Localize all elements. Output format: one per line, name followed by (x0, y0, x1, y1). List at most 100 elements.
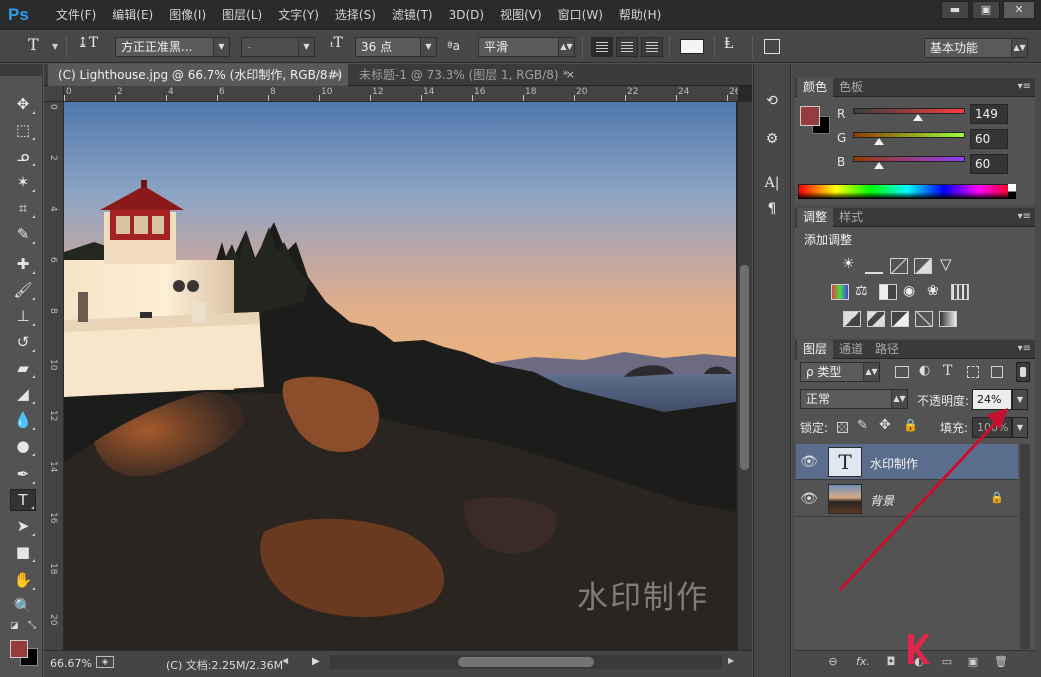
horizontal-ruler[interactable]: 02468101214161820222426 (64, 86, 738, 102)
brush-tool-icon[interactable]: 🖌 (10, 279, 36, 301)
menu-help[interactable]: 帮助(H) (611, 0, 669, 30)
swap-colors-icon[interactable]: ⤡ (28, 620, 36, 631)
tab-styles[interactable]: 样式 (833, 208, 869, 227)
delete-layer-icon[interactable]: 🗑 (993, 654, 1009, 670)
color-lookup-icon[interactable] (951, 284, 969, 300)
tab-paths[interactable]: 路径 (869, 340, 905, 359)
filter-type-icon[interactable]: T (943, 363, 952, 379)
tab-color[interactable]: 颜色 (797, 78, 834, 97)
paint-bucket-tool-icon[interactable]: ◢ (10, 383, 36, 405)
layer-row-watermark[interactable]: 👁 T 水印制作 (796, 444, 1018, 480)
menu-layer[interactable]: 图层(L) (214, 0, 270, 30)
selective-color-icon[interactable] (915, 311, 933, 327)
status-icon[interactable]: ◈ (96, 656, 114, 668)
menu-image[interactable]: 图像(I) (161, 0, 214, 30)
close-button[interactable]: ✕ (1003, 1, 1035, 19)
close-tab-icon[interactable]: × (333, 64, 342, 86)
watermark-text[interactable]: 水印制作 (577, 580, 709, 616)
levels-icon[interactable] (865, 258, 883, 274)
crop-tool-icon[interactable]: ⌗ (10, 197, 36, 219)
scroll-right-icon[interactable]: ▶ (728, 656, 734, 665)
layer-row-background[interactable]: 👁 背景 🔒 (796, 481, 1018, 517)
properties-panel-icon[interactable]: ⚙ (760, 128, 784, 150)
panel-menu-icon[interactable]: ▾≡ (1018, 81, 1031, 92)
foreground-color-chip[interactable] (800, 106, 820, 126)
zoom-tool-icon[interactable]: 🔍 (10, 595, 36, 617)
blue-slider[interactable] (853, 156, 965, 162)
color-balance-icon[interactable]: ⚖ (855, 283, 868, 299)
fill-input[interactable]: 100% (972, 417, 1012, 438)
align-right-button[interactable] (641, 37, 663, 57)
filter-smart-object-icon[interactable] (991, 366, 1003, 378)
photo-filter-icon[interactable]: ◉ (903, 283, 915, 299)
foreground-color-swatch[interactable] (10, 640, 28, 658)
layer-name[interactable]: 水印制作 (870, 455, 918, 472)
hand-tool-icon[interactable]: ✋ (10, 569, 36, 591)
tab-swatches[interactable]: 色板 (833, 78, 869, 97)
pen-tool-icon[interactable]: ✒ (10, 463, 36, 485)
history-brush-tool-icon[interactable]: ↺ (10, 331, 36, 353)
move-tool-icon[interactable]: ✥ (10, 93, 36, 115)
link-layers-icon[interactable]: ⊖ (825, 654, 841, 670)
red-slider[interactable] (853, 108, 965, 114)
posterize-icon[interactable] (867, 311, 885, 327)
filter-toggle[interactable] (1016, 362, 1030, 382)
status-menu-arrow-icon[interactable]: ▶ (312, 656, 320, 667)
threshold-icon[interactable] (891, 311, 909, 327)
warp-text-icon[interactable]: Ⱡ (724, 36, 733, 52)
path-selection-tool-icon[interactable]: ➤ (10, 515, 36, 537)
menu-type[interactable]: 文字(Y) (270, 0, 327, 30)
black-white-icon[interactable] (879, 284, 897, 300)
layers-scrollbar[interactable] (1020, 444, 1030, 649)
character-panel-icon[interactable] (764, 39, 780, 54)
blend-mode-select[interactable]: 正常 ▲▼ (800, 389, 908, 409)
blur-tool-icon[interactable]: 💧 (10, 409, 36, 431)
lock-image-icon[interactable]: ✎ (857, 418, 868, 433)
menu-3d[interactable]: 3D(D) (441, 0, 492, 30)
green-slider[interactable] (853, 132, 965, 138)
align-center-button[interactable] (616, 37, 638, 57)
channel-mixer-icon[interactable]: ❀ (927, 283, 939, 299)
font-size-select[interactable]: 36 点 ▼ (355, 37, 437, 57)
blue-value-input[interactable]: 60 (970, 154, 1008, 174)
menu-select[interactable]: 选择(S) (327, 0, 384, 30)
zoom-level[interactable]: 66.67% (50, 657, 92, 670)
vertical-scroll-thumb[interactable] (740, 265, 749, 470)
curves-icon[interactable] (890, 258, 908, 274)
tab-lighthouse[interactable]: (C) Lighthouse.jpg @ 66.7% (水印制作, RGB/8#… (48, 64, 348, 104)
healing-brush-tool-icon[interactable]: ✚ (10, 253, 36, 275)
lock-position-icon[interactable]: ✥ (879, 417, 891, 433)
tab-channels[interactable]: 通道 (833, 340, 869, 359)
menu-filter[interactable]: 滤镜(T) (384, 0, 441, 30)
blue-slider-thumb[interactable] (874, 162, 885, 169)
type-tool-icon[interactable]: T (10, 489, 36, 511)
paragraph-panel-icon[interactable]: ¶ (760, 198, 784, 220)
scroll-left-icon[interactable]: ◀ (282, 656, 288, 665)
font-family-select[interactable]: 方正正准黑... ▼ (115, 37, 230, 57)
dodge-tool-icon[interactable]: ● (10, 435, 36, 457)
lasso-tool-icon[interactable]: ᓄ (10, 145, 36, 167)
font-style-select[interactable]: - ▼ (241, 37, 315, 57)
canvas[interactable]: 水印制作 (64, 102, 736, 650)
panel-menu-icon[interactable]: ▾≡ (1018, 211, 1031, 222)
brightness-icon[interactable]: ☀ (842, 256, 855, 272)
tab-adjustments[interactable]: 调整 (797, 208, 834, 227)
add-mask-icon[interactable]: ◘ (883, 654, 899, 670)
lock-all-icon[interactable]: 🔒 (903, 418, 918, 432)
menu-view[interactable]: 视图(V) (492, 0, 550, 30)
text-color-swatch[interactable] (680, 39, 704, 54)
visibility-eye-icon[interactable]: 👁 (800, 490, 818, 508)
opacity-input[interactable]: 24% (972, 389, 1012, 410)
panel-menu-icon[interactable]: ▾≡ (1018, 343, 1031, 354)
history-panel-icon[interactable]: ⟲ (760, 90, 784, 112)
green-value-input[interactable]: 60 (970, 129, 1008, 149)
antialias-select[interactable]: 平滑 ▲▼ (478, 37, 575, 57)
eraser-tool-icon[interactable]: ▰ (10, 357, 36, 379)
menu-window[interactable]: 窗口(W) (550, 0, 611, 30)
tab-untitled-1[interactable]: 未标题-1 @ 73.3% (图层 1, RGB/8) * × (349, 64, 581, 86)
marquee-tool-icon[interactable]: ⬚ (10, 119, 36, 141)
visibility-eye-icon[interactable]: 👁 (800, 453, 818, 471)
default-colors-icon[interactable]: ◪ (10, 621, 19, 631)
green-slider-thumb[interactable] (874, 138, 885, 145)
new-layer-icon[interactable]: ▣ (965, 654, 981, 670)
